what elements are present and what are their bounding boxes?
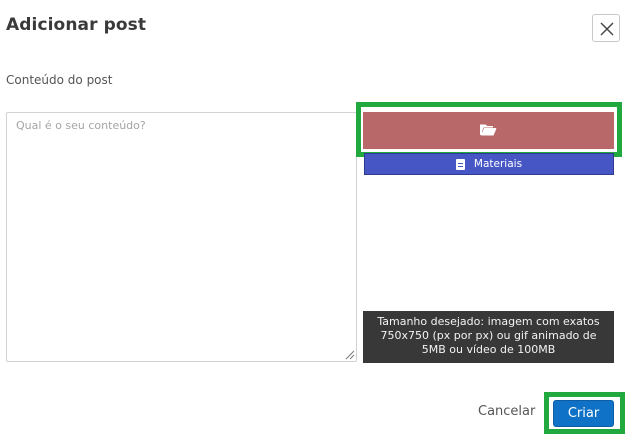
create-button[interactable]: Criar bbox=[553, 400, 614, 427]
materials-button[interactable]: Materiais bbox=[364, 153, 614, 175]
materials-label: Materiais bbox=[473, 158, 523, 170]
content-field-label: Conteúdo do post bbox=[6, 73, 113, 87]
document-icon bbox=[455, 158, 465, 170]
cancel-button[interactable]: Cancelar bbox=[478, 404, 535, 419]
folder-open-icon bbox=[480, 124, 497, 136]
upload-media-button[interactable] bbox=[363, 112, 614, 149]
dialog-title: Adicionar post bbox=[6, 15, 147, 35]
content-textarea[interactable] bbox=[6, 112, 357, 362]
close-button[interactable] bbox=[592, 14, 620, 42]
media-size-hint: Tamanho desejado: imagem com exatos 750x… bbox=[363, 311, 614, 363]
close-icon bbox=[600, 22, 614, 36]
